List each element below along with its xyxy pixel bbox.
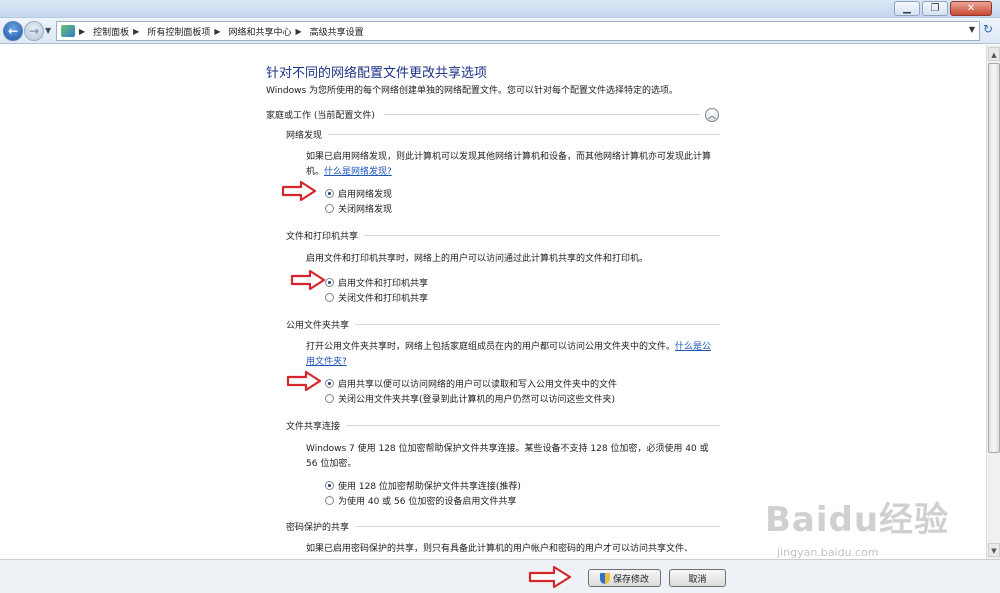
history-dropdown-icon[interactable]: ▼ — [45, 26, 51, 35]
public-folder-on-option[interactable]: 启用共享以便可以访问网络的用户可以读取和写入公用文件夹中的文件 — [325, 377, 617, 390]
public-folder-off-label[interactable]: 关闭公用文件夹共享(登录到此计算机的用户仍然可以访问这些文件夹) — [338, 392, 615, 405]
section-divider — [355, 324, 720, 325]
red-arrow-icon — [286, 371, 322, 391]
section-title-password: 密码保护的共享 — [286, 523, 350, 533]
refresh-icon[interactable]: ↻ — [983, 22, 993, 36]
restore-icon: ❐ — [930, 3, 940, 14]
intro-text: Windows 为您所使用的每个网络创建单独的网络配置文件。您可以针对每个配置文… — [266, 86, 679, 96]
public-folder-off-radio[interactable] — [325, 394, 334, 403]
cancel-label: 取消 — [688, 574, 707, 585]
file-printer-on-radio[interactable] — [325, 278, 334, 287]
control-panel-icon — [61, 25, 75, 37]
encryption-40-label[interactable]: 为使用 40 或 56 位加密的设备启用文件共享 — [338, 494, 516, 507]
back-arrow-icon: ← — [7, 24, 19, 38]
public-folder-on-label[interactable]: 启用共享以便可以访问网络的用户可以读取和写入公用文件夹中的文件 — [338, 377, 617, 390]
section-title-network-discovery: 网络发现 — [286, 131, 323, 141]
network-discovery-on-radio[interactable] — [325, 189, 334, 198]
file-printer-on-label[interactable]: 启用文件和打印机共享 — [338, 276, 428, 289]
scroll-down-icon[interactable]: ▼ — [988, 543, 1000, 557]
save-changes-label: 保存修改 — [612, 574, 649, 585]
encryption-128-option[interactable]: 使用 128 位加密帮助保护文件共享连接(推荐) — [325, 479, 521, 492]
breadcrumb: ▶ 控制面板 ▶ 所有控制面板项 ▶ 网络和共享中心 ▶ 高级共享设置 — [79, 22, 368, 40]
breadcrumb-item-all-items[interactable]: 所有控制面板项 — [147, 25, 210, 38]
network-discovery-on-label[interactable]: 启用网络发现 — [338, 187, 392, 200]
section-title-file-sharing: 文件共享连接 — [286, 422, 341, 432]
file-printer-on-option[interactable]: 启用文件和打印机共享 — [325, 276, 428, 289]
watermark-logo: Baidu经验 — [765, 500, 950, 540]
breadcrumb-separator-icon[interactable]: ▶ — [296, 27, 302, 36]
breadcrumb-separator-icon[interactable]: ▶ — [133, 27, 139, 36]
cancel-button[interactable]: 取消 — [669, 569, 726, 587]
section-divider — [346, 425, 720, 426]
scroll-up-icon[interactable]: ▲ — [988, 47, 1000, 61]
breadcrumb-item-advanced-sharing[interactable]: 高级共享设置 — [310, 25, 364, 38]
public-folder-desc-text: 打开公用文件夹共享时，网络上包括家庭组成员在内的用户都可以访问公用文件夹中的文件… — [306, 342, 676, 352]
network-discovery-off-label[interactable]: 关闭网络发现 — [338, 202, 392, 215]
file-printer-off-label[interactable]: 关闭文件和打印机共享 — [338, 291, 428, 304]
red-arrow-icon — [528, 566, 572, 588]
red-arrow-icon — [290, 270, 326, 290]
encryption-128-label[interactable]: 使用 128 位加密帮助保护文件共享连接(推荐) — [338, 479, 521, 492]
section-divider — [355, 526, 720, 527]
scroll-thumb[interactable] — [988, 63, 1000, 453]
collapse-button[interactable]: ︿ — [705, 108, 719, 122]
page-title: 针对不同的网络配置文件更改共享选项 — [266, 66, 488, 81]
baidu-watermark: Baidu经验 jingyan.baidu.com — [755, 478, 980, 588]
section-title-public-folder: 公用文件夹共享 — [286, 321, 350, 331]
back-button[interactable]: ← — [3, 21, 23, 41]
section-title-file-printer: 文件和打印机共享 — [286, 232, 359, 242]
save-changes-button[interactable]: 保存修改 — [588, 569, 661, 587]
red-arrow-icon — [281, 181, 317, 201]
public-folder-on-radio[interactable] — [325, 379, 334, 388]
breadcrumb-item-network-center[interactable]: 网络和共享中心 — [229, 25, 292, 38]
watermark-url: jingyan.baidu.com — [777, 546, 879, 559]
breadcrumb-separator-icon[interactable]: ▶ — [79, 27, 85, 36]
close-icon: ✕ — [966, 3, 976, 14]
maximize-button[interactable]: ❐ — [922, 1, 948, 16]
forward-arrow-icon: → — [28, 24, 40, 38]
breadcrumb-separator-icon[interactable]: ▶ — [214, 27, 220, 36]
encryption-40-option[interactable]: 为使用 40 或 56 位加密的设备启用文件共享 — [325, 494, 516, 507]
vertical-scrollbar[interactable]: ▲ ▼ — [986, 45, 1000, 559]
address-dropdown-icon[interactable]: ▼ — [969, 25, 975, 34]
section-divider — [328, 134, 720, 135]
forward-button[interactable]: → — [24, 21, 44, 41]
encryption-40-radio[interactable] — [325, 496, 334, 505]
profile-header: 家庭或工作 (当前配置文件) — [266, 111, 375, 121]
public-folder-off-option[interactable]: 关闭公用文件夹共享(登录到此计算机的用户仍然可以访问这些文件夹) — [325, 392, 615, 405]
address-bar[interactable]: ▶ 控制面板 ▶ 所有控制面板项 ▶ 网络和共享中心 ▶ 高级共享设置 ▼ — [56, 21, 980, 41]
close-button[interactable]: ✕ — [950, 1, 992, 16]
file-printer-off-radio[interactable] — [325, 293, 334, 302]
profile-divider — [384, 114, 700, 115]
file-printer-description: 启用文件和打印机共享时，网络上的用户可以访问通过此计算机共享的文件和打印机。 — [306, 254, 649, 264]
network-discovery-off-option[interactable]: 关闭网络发现 — [325, 202, 392, 215]
network-discovery-description: 如果已启用网络发现，则此计算机可以发现其他网络计算机和设备，而其他网络计算机亦可… — [306, 150, 716, 180]
encryption-128-radio[interactable] — [325, 481, 334, 490]
title-bar: ▁ ❐ ✕ — [0, 0, 1000, 18]
window-controls: ▁ ❐ ✕ — [892, 1, 992, 16]
network-discovery-off-radio[interactable] — [325, 204, 334, 213]
public-folder-description: 打开公用文件夹共享时，网络上包括家庭组成员在内的用户都可以访问公用文件夹中的文件… — [306, 340, 716, 370]
section-divider — [364, 235, 720, 236]
uac-shield-icon — [599, 572, 610, 584]
chevron-up-icon: ︿ — [708, 111, 716, 120]
minimize-button[interactable]: ▁ — [894, 1, 920, 16]
address-row: ← → ▼ ▶ 控制面板 ▶ 所有控制面板项 ▶ 网络和共享中心 ▶ 高级共享设… — [0, 18, 1000, 44]
file-printer-off-option[interactable]: 关闭文件和打印机共享 — [325, 291, 428, 304]
breadcrumb-item-control-panel[interactable]: 控制面板 — [93, 25, 129, 38]
network-discovery-help-link[interactable]: 什么是网络发现? — [324, 167, 392, 177]
network-discovery-on-option[interactable]: 启用网络发现 — [325, 187, 392, 200]
minimize-icon: ▁ — [903, 3, 911, 14]
password-description: 如果已启用密码保护的共享，则只有具备此计算机的用户帐户和密码的用户才可以访问共享… — [306, 544, 694, 554]
file-sharing-description: Windows 7 使用 128 位加密帮助保护文件共享连接。某些设备不支持 1… — [306, 444, 709, 469]
